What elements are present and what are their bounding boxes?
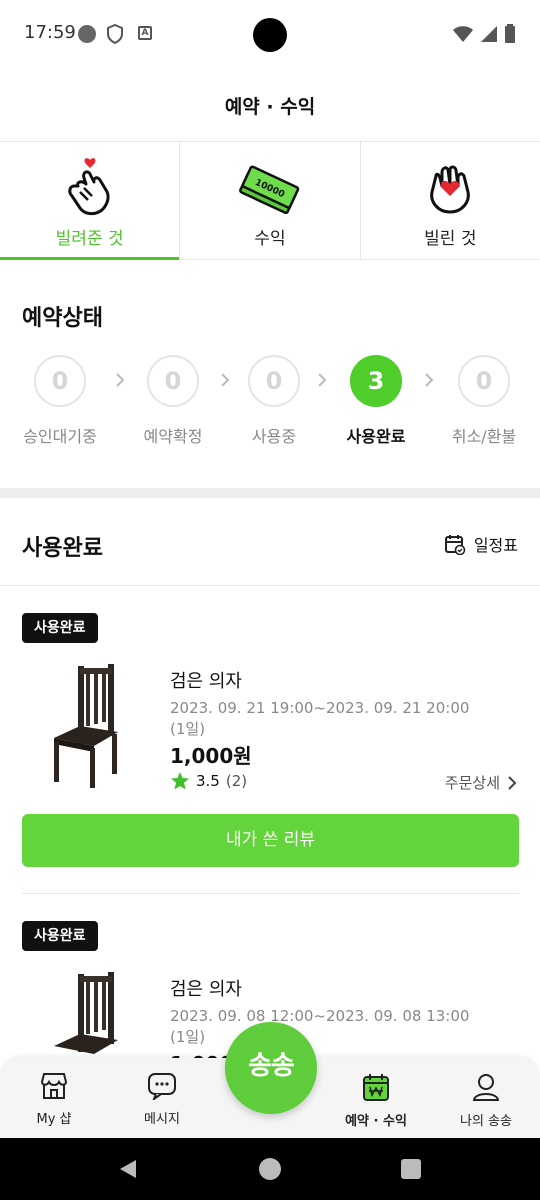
step-count: 3 xyxy=(350,355,402,407)
finger-heart-icon xyxy=(67,158,110,216)
tab-lent[interactable]: 빌려준 것 xyxy=(0,142,181,260)
list-divider xyxy=(0,585,540,586)
nav-label: 예약 · 수익 xyxy=(345,1114,407,1129)
recents-icon[interactable] xyxy=(400,1158,422,1180)
nav-my-shop[interactable]: My 샵 xyxy=(4,1072,104,1127)
shop-icon xyxy=(40,1073,68,1099)
step-count: 0 xyxy=(248,355,300,407)
back-icon[interactable] xyxy=(116,1158,138,1180)
list-title: 사용완료 xyxy=(22,536,103,561)
money-stack-icon: 10000 xyxy=(239,165,300,215)
step-in-use[interactable]: 0 사용중 xyxy=(224,355,324,447)
rental-duration: (1일) xyxy=(170,1028,206,1046)
tab-borrowed-label: 빌린 것 xyxy=(424,229,477,249)
page-title: 예약 · 수익 xyxy=(224,96,316,118)
step-completed[interactable]: 3 사용완료 xyxy=(326,355,426,447)
nav-reservation-income[interactable]: 예약 · 수익 xyxy=(326,1072,426,1129)
camera-cutout xyxy=(253,18,287,52)
nav-label: 나의 송송 xyxy=(460,1114,512,1129)
product-price: 1,000원 xyxy=(170,744,252,768)
star-icon xyxy=(171,772,189,790)
wifi-icon xyxy=(453,26,473,42)
tab-income-label: 수익 xyxy=(254,229,286,249)
schedule-label: 일정표 xyxy=(473,536,518,555)
schedule-button[interactable]: 일정표 xyxy=(444,532,518,556)
shield-icon xyxy=(107,24,123,44)
step-count: 0 xyxy=(34,355,86,407)
chevron-right-icon xyxy=(508,775,517,790)
section-divider xyxy=(0,488,540,498)
step-count: 0 xyxy=(147,355,199,407)
songsong-fab-button[interactable]: 송송 xyxy=(225,1022,317,1114)
tab-income[interactable]: 10000 수익 xyxy=(180,142,361,259)
message-icon xyxy=(148,1073,176,1102)
reservation-status-title: 예약상태 xyxy=(22,306,103,331)
nav-label: 메시지 xyxy=(144,1112,180,1127)
tab-lent-label: 빌려준 것 xyxy=(55,229,124,249)
signal-icon xyxy=(481,26,497,42)
step-cancelled[interactable]: 0 취소/환불 xyxy=(434,355,534,447)
status-steps: 0 승인대기중 0 예약확정 0 사용중 3 사용완료 0 취소/환불 xyxy=(0,355,540,455)
product-name[interactable]: 검은 의자 xyxy=(170,667,242,693)
battery-icon xyxy=(505,24,515,43)
system-nav-bar xyxy=(0,1138,540,1200)
chair-image xyxy=(54,664,118,788)
status-badge: 사용완료 xyxy=(22,613,98,643)
step-label: 사용완료 xyxy=(346,427,406,446)
status-badge: 사용완료 xyxy=(22,921,98,951)
calendar-won-icon xyxy=(363,1074,389,1101)
tab-bar: 빌려준 것 10000 수익 빌린 것 xyxy=(0,142,540,260)
nav-messages[interactable]: 메시지 xyxy=(112,1072,212,1127)
rating: 3.5 (2) xyxy=(170,771,247,791)
profile-icon xyxy=(472,1074,500,1101)
product-name[interactable]: 검은 의자 xyxy=(170,975,242,1001)
order-detail-link[interactable]: 주문상세 xyxy=(445,772,518,793)
review-count: (2) xyxy=(225,772,248,790)
step-pending[interactable]: 0 승인대기중 xyxy=(10,355,110,447)
order-detail-label: 주문상세 xyxy=(444,774,500,792)
home-icon[interactable] xyxy=(258,1157,282,1181)
step-label: 예약확정 xyxy=(143,427,203,446)
rating-value: 3.5 xyxy=(196,772,220,790)
rental-period: 2023. 09. 21 19:00~2023. 09. 21 20:00 xyxy=(170,699,470,717)
status-time: 17:59 xyxy=(24,22,76,43)
tab-borrowed[interactable]: 빌린 것 xyxy=(361,142,540,259)
step-confirmed[interactable]: 0 예약확정 xyxy=(123,355,223,447)
card-divider xyxy=(22,893,519,894)
step-count: 0 xyxy=(458,355,510,407)
my-review-button[interactable]: 내가 쓴 리뷰 xyxy=(22,814,519,867)
a-icon: A xyxy=(138,26,152,40)
calendar-check-icon xyxy=(444,535,466,555)
rental-period: 2023. 09. 08 12:00~2023. 09. 08 13:00 xyxy=(170,1007,470,1025)
nav-label: My 샵 xyxy=(36,1112,72,1127)
top-header: 예약 · 수익 xyxy=(0,70,540,142)
fab-label: 송송 xyxy=(248,1051,295,1081)
step-label: 취소/환불 xyxy=(451,427,517,446)
notification-dot-icon xyxy=(78,25,96,43)
hand-heart-icon xyxy=(430,165,471,214)
nav-my-songsong[interactable]: 나의 송송 xyxy=(436,1072,536,1129)
step-label: 승인대기중 xyxy=(23,427,97,446)
step-label: 사용중 xyxy=(251,427,297,446)
rental-duration: (1일) xyxy=(170,720,206,738)
status-bar: 17:59 A xyxy=(0,0,540,70)
